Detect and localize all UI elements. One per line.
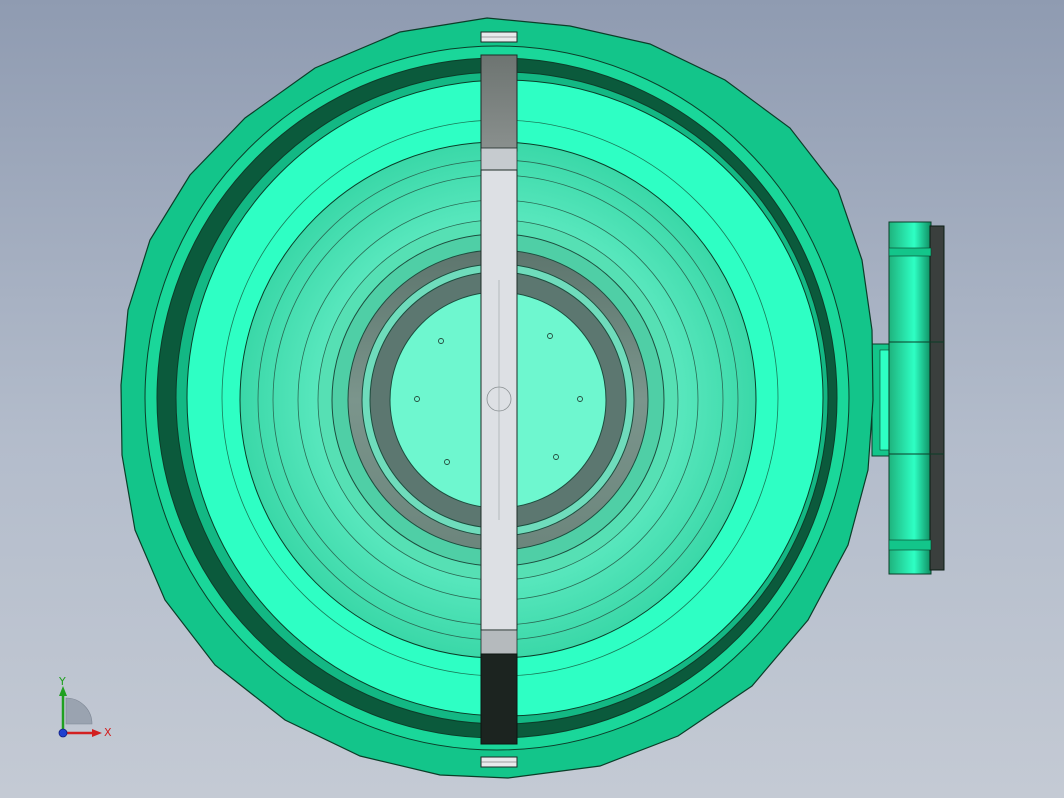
coordinate-triad: Y X <box>58 676 112 739</box>
bottom-tab[interactable] <box>480 756 518 768</box>
z-axis-dot-icon <box>58 728 68 738</box>
top-tab[interactable] <box>480 31 518 43</box>
y-axis-label: Y <box>58 676 66 688</box>
side-flange[interactable] <box>871 221 945 575</box>
model-view[interactable] <box>0 0 1064 798</box>
cad-graphics-viewport[interactable]: Y X <box>0 0 1064 798</box>
center-divider[interactable] <box>480 54 518 745</box>
x-axis-label: X <box>104 726 112 739</box>
x-axis-arrow-icon <box>92 729 102 737</box>
